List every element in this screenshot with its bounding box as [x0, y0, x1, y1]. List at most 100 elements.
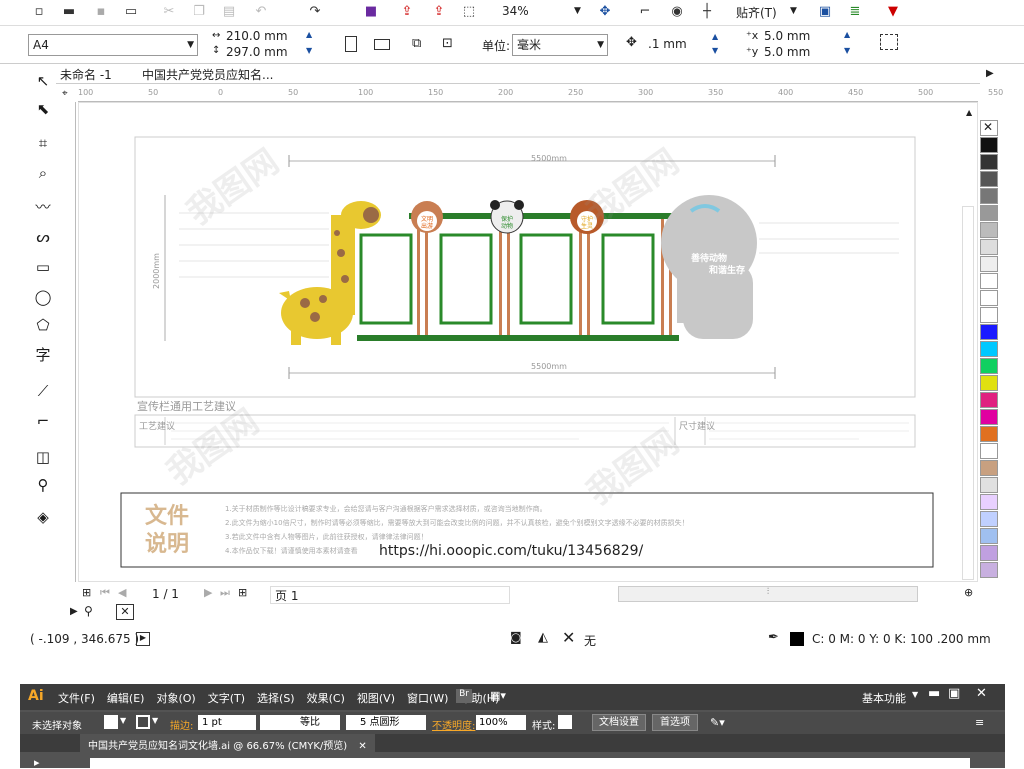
- grid-icon[interactable]: ┼: [698, 3, 716, 21]
- zoom-tool-icon[interactable]: ⌕: [30, 160, 56, 186]
- shape-tool-icon[interactable]: ⬉: [30, 96, 56, 122]
- save-icon[interactable]: ▪: [92, 3, 110, 21]
- brush-select[interactable]: 5 点圆形: [346, 715, 426, 730]
- color-swatch[interactable]: [980, 392, 998, 408]
- all-pages-icon[interactable]: ⧉: [412, 36, 421, 51]
- stroke-dropdown-icon[interactable]: ▼: [152, 716, 158, 725]
- illustrator-doc-tab[interactable]: 中国共产党员应知名词文化墙.ai @ 66.67% (CMYK/预览) ✕: [80, 734, 375, 752]
- spin-up-icon[interactable]: ▲: [712, 32, 718, 41]
- rulers-icon[interactable]: ⌐: [636, 3, 654, 21]
- treat-as-filled-icon[interactable]: [880, 34, 898, 50]
- page-size-select[interactable]: A4 ▼: [28, 34, 198, 56]
- page-height-field[interactable]: 297.0 mm: [226, 45, 288, 59]
- scroll-up-icon[interactable]: ▲: [966, 108, 972, 117]
- bridge-icon[interactable]: Br: [456, 689, 472, 703]
- pick-tool-icon[interactable]: ↖: [30, 68, 56, 94]
- tab-untitled[interactable]: 未命名 -1: [60, 66, 112, 84]
- workspace-dropdown-icon[interactable]: ▼: [912, 690, 918, 699]
- artistic-media-icon[interactable]: ᔕ: [30, 224, 56, 250]
- ruler-origin-icon[interactable]: ⌖: [62, 88, 68, 99]
- open-folder-icon[interactable]: ▬: [60, 3, 78, 21]
- spin-up-icon[interactable]: ▲: [844, 30, 850, 39]
- variable-width-select[interactable]: 等比: [260, 715, 340, 730]
- text-tool-icon[interactable]: 字: [30, 342, 56, 368]
- selection-tool-icon[interactable]: ▸: [34, 756, 40, 769]
- fill-tool-icon[interactable]: ◈: [30, 504, 56, 530]
- status-menu-icon[interactable]: ▶: [136, 632, 150, 646]
- options-icon[interactable]: ≣: [846, 3, 864, 21]
- close-tab-icon[interactable]: ✕: [358, 741, 366, 752]
- color-swatch[interactable]: [980, 154, 998, 170]
- stroke-swatch[interactable]: [136, 715, 150, 729]
- navigator-icon[interactable]: ⊕: [964, 586, 973, 599]
- close-icon[interactable]: ✕: [976, 686, 987, 701]
- color-swatch[interactable]: [980, 426, 998, 442]
- units-select[interactable]: 毫米 ▼: [512, 34, 608, 56]
- current-page-icon[interactable]: ⊡: [442, 36, 453, 51]
- duplicate-y-field[interactable]: 5.0 mm: [764, 45, 810, 59]
- ellipse-tool-icon[interactable]: ◯: [30, 284, 56, 310]
- color-swatch[interactable]: [980, 528, 998, 544]
- illustrator-menu-item[interactable]: 窗口(W): [407, 692, 448, 705]
- color-swatch[interactable]: [980, 494, 998, 510]
- application-launcher-icon[interactable]: ▼: [884, 3, 902, 21]
- portrait-icon[interactable]: [345, 36, 357, 52]
- panel-menu-icon[interactable]: ≡: [975, 716, 984, 729]
- publish-icon[interactable]: ⇪: [430, 3, 448, 21]
- vertical-scrollbar[interactable]: [962, 206, 974, 580]
- color-swatch[interactable]: [980, 256, 998, 272]
- next-page-icon[interactable]: ▶: [204, 586, 212, 599]
- fill-swatch[interactable]: [104, 715, 118, 729]
- dimension-tool-icon[interactable]: ⟋: [30, 378, 56, 404]
- color-swatch[interactable]: [980, 290, 998, 306]
- opacity-field[interactable]: 100%: [476, 715, 526, 730]
- color-swatch[interactable]: [980, 443, 998, 459]
- eyedropper-tool-icon[interactable]: ⚲: [30, 472, 56, 498]
- import-icon[interactable]: ■: [362, 3, 380, 21]
- undo-icon[interactable]: ↶: [252, 3, 270, 21]
- cut-icon[interactable]: ✂: [160, 3, 178, 21]
- color-swatch[interactable]: [980, 511, 998, 527]
- prev-page-icon[interactable]: ◀: [118, 586, 126, 599]
- landscape-icon[interactable]: [374, 39, 390, 50]
- illustrator-menu-item[interactable]: 文字(T): [208, 692, 245, 705]
- color-swatch[interactable]: [980, 477, 998, 493]
- spin-up-icon[interactable]: ▲: [306, 30, 312, 39]
- copy-icon[interactable]: ❐: [190, 3, 208, 21]
- tab-active-document[interactable]: 中国共产党党员应知名...: [142, 66, 312, 84]
- isolate-icon[interactable]: ✎▾: [710, 716, 725, 729]
- color-swatch[interactable]: [980, 171, 998, 187]
- workspace-switcher[interactable]: 基本功能: [862, 690, 906, 706]
- color-swatch[interactable]: [980, 545, 998, 561]
- fill-dropdown-icon[interactable]: ▼: [120, 716, 126, 725]
- spin-down-icon[interactable]: ▼: [844, 46, 850, 55]
- color-swatch[interactable]: [980, 460, 998, 476]
- duplicate-x-field[interactable]: 5.0 mm: [764, 29, 810, 43]
- add-page-before-icon[interactable]: ⊞: [82, 586, 91, 599]
- horizontal-scrollbar[interactable]: ⫶: [618, 586, 918, 602]
- illustrator-menu-item[interactable]: 选择(S): [257, 692, 295, 705]
- no-color-swatch[interactable]: ✕: [980, 120, 998, 136]
- illustrator-menu-item[interactable]: 对象(O): [156, 692, 195, 705]
- first-page-icon[interactable]: ⏮: [100, 586, 110, 600]
- color-swatch[interactable]: [980, 562, 998, 578]
- add-page-after-icon[interactable]: ⊞: [238, 586, 247, 599]
- rectangle-tool-icon[interactable]: ▭: [30, 254, 56, 280]
- color-swatch[interactable]: [980, 188, 998, 204]
- snap-dropdown-icon[interactable]: ▼: [790, 6, 797, 16]
- page-width-field[interactable]: 210.0 mm: [226, 29, 288, 43]
- color-swatch[interactable]: [980, 375, 998, 391]
- graphic-style-swatch[interactable]: [558, 715, 572, 729]
- connector-tool-icon[interactable]: ⌐: [30, 408, 56, 434]
- spin-down-icon[interactable]: ▼: [306, 46, 312, 55]
- redo-icon[interactable]: ↷: [306, 3, 324, 21]
- shadow-tool-icon[interactable]: ◫: [30, 444, 56, 470]
- new-document-icon[interactable]: ▫: [30, 3, 48, 21]
- freehand-tool-icon[interactable]: 〰: [30, 194, 56, 220]
- eyedropper-icon[interactable]: ⚲: [84, 604, 93, 618]
- no-fill-swatch[interactable]: ✕: [116, 604, 134, 620]
- spin-down-icon[interactable]: ▼: [712, 46, 718, 55]
- paste-icon[interactable]: ▤: [220, 3, 238, 21]
- view-icon[interactable]: ◉: [668, 3, 686, 21]
- illustrator-menu-item[interactable]: 编辑(E): [107, 692, 145, 705]
